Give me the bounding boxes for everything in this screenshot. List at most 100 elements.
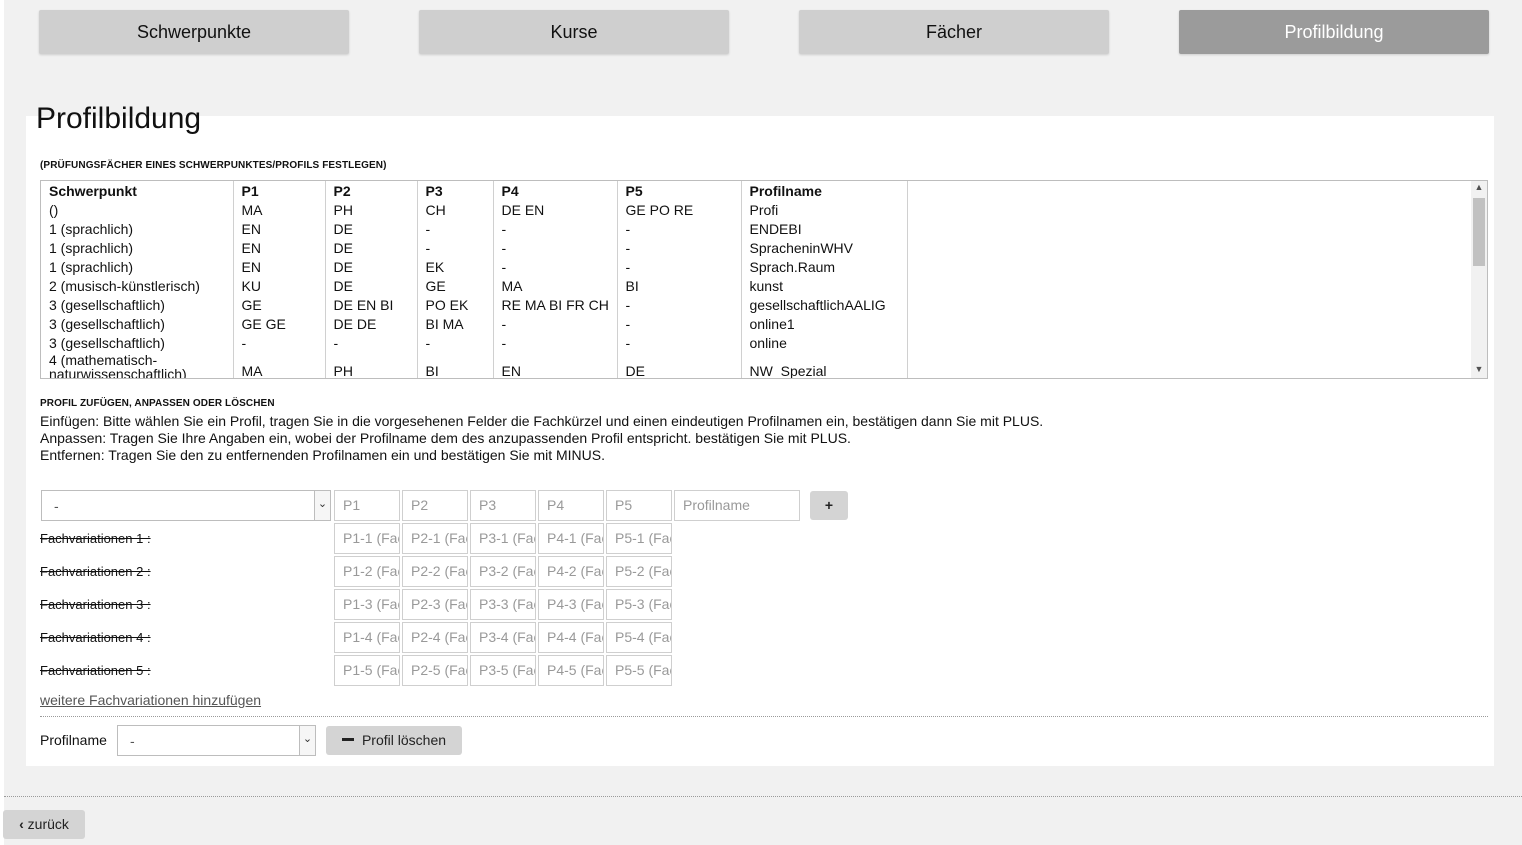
plus-button[interactable]: + <box>810 491 848 520</box>
table-cell: GE <box>416 277 493 296</box>
table-cell: EN <box>492 353 617 378</box>
col-header-p4: P4 <box>492 181 617 201</box>
table-cell: DE <box>324 277 417 296</box>
table-cell: PH <box>324 353 417 378</box>
variation-input[interactable]: P1-1 (Fach) <box>334 523 400 554</box>
table-cell: - <box>492 239 617 258</box>
variation-input[interactable]: P5-1 (Fach) <box>606 523 672 554</box>
variation-input[interactable]: P5-2 (Fach) <box>606 556 672 587</box>
table-cell: DE <box>616 353 741 378</box>
table-cell: 3 (gesellschaftlich) <box>49 316 165 332</box>
profile-table: Schwerpunkt P1 P2 P3 P4 P5 Profilname ()… <box>41 181 1467 378</box>
instruction-adjust: Anpassen: Tragen Sie Ihre Angaben ein, w… <box>40 430 851 446</box>
table-row[interactable]: 3 (gesellschaftlich) GE DE EN BI PO EK RE MA… <box>41 296 1467 315</box>
tab-schwerpunkte[interactable]: Schwerpunkte <box>39 10 349 54</box>
table-cell: - <box>616 239 741 258</box>
variation-input[interactable]: P3-4 (Fach) <box>470 622 536 653</box>
p4-input[interactable]: P4 <box>538 490 604 521</box>
table-cell: EN <box>232 220 325 239</box>
variation-input[interactable]: P3-2 (Fach) <box>470 556 536 587</box>
variation-input[interactable]: P3-5 (Fach) <box>470 655 536 686</box>
variation-input[interactable]: P2-1 (Fach) <box>402 523 468 554</box>
tab-faecher[interactable]: Fächer <box>799 10 1109 54</box>
p3-input[interactable]: P3 <box>470 490 536 521</box>
variation-input[interactable]: P3-1 (Fach) <box>470 523 536 554</box>
delete-profile-button[interactable]: Profil löschen <box>326 726 462 755</box>
variation-label: Fachvariationen 3 : <box>40 597 151 612</box>
table-cell: - <box>416 239 493 258</box>
variation-input[interactable]: P4-1 (Fach) <box>538 523 604 554</box>
table-cell: () <box>49 202 59 218</box>
table-cell: online1 <box>740 315 907 334</box>
table-row[interactable]: () MA PH CH DE EN GE PO RE Profi <box>41 201 1467 220</box>
variation-input[interactable]: P5-4 (Fach) <box>606 622 672 653</box>
variation-input[interactable]: P2-2 (Fach) <box>402 556 468 587</box>
table-row[interactable]: 2 (musisch-künstlerisch) KU DE GE MA BI kunst <box>41 277 1467 296</box>
profilname-input[interactable]: Profilname <box>674 490 800 521</box>
profile-table-container[interactable]: Schwerpunkt P1 P2 P3 P4 P5 Profilname ()… <box>40 180 1488 379</box>
table-cell: GE GE <box>232 315 325 334</box>
back-button[interactable]: ‹ zurück <box>3 810 85 839</box>
table-scrollbar[interactable]: ▲ ▼ <box>1471 181 1487 378</box>
table-row[interactable]: 1 (sprachlich) EN DE - - - SpracheninWHV <box>41 239 1467 258</box>
chevron-left-icon: ‹ <box>19 816 24 832</box>
tab-profilbildung[interactable]: Profilbildung <box>1179 10 1489 54</box>
col-header-p3: P3 <box>416 181 493 201</box>
p2-input[interactable]: P2 <box>402 490 468 521</box>
table-cell: - <box>616 296 741 315</box>
table-cell-empty <box>906 353 1467 378</box>
table-cell: EK <box>416 258 493 277</box>
variation-label: Fachvariationen 5 : <box>40 663 151 678</box>
chevron-down-icon: ⌄ <box>314 491 330 520</box>
table-cell: DE <box>324 220 417 239</box>
variation-input[interactable]: P1-4 (Fach) <box>334 622 400 653</box>
table-cell: - <box>616 334 741 353</box>
variation-input[interactable]: P4-5 (Fach) <box>538 655 604 686</box>
variation-input[interactable]: P5-5 (Fach) <box>606 655 672 686</box>
table-caption: (PRÜFUNGSFÄCHER EINES SCHWERPUNKTES/PROF… <box>40 160 387 171</box>
table-cell: 1 (sprachlich) <box>49 221 134 237</box>
table-cell: NW_Spezial <box>740 353 907 378</box>
p1-input[interactable]: P1 <box>334 490 400 521</box>
schwerpunkt-select-value: - <box>54 498 59 514</box>
form-caption: PROFIL ZUFÜGEN, ANPASSEN ODER LÖSCHEN <box>40 398 275 409</box>
variation-input[interactable]: P4-3 (Fach) <box>538 589 604 620</box>
col-header-p1: P1 <box>232 181 325 201</box>
variation-input[interactable]: P4-4 (Fach) <box>538 622 604 653</box>
variation-input[interactable]: P2-4 (Fach) <box>402 622 468 653</box>
table-row[interactable]: 4 (mathematisch-naturwissenschaftlich) MA… <box>41 353 1467 378</box>
tab-kurse[interactable]: Kurse <box>419 10 729 54</box>
variation-input[interactable]: P3-3 (Fach) <box>470 589 536 620</box>
scroll-up-icon[interactable]: ▲ <box>1471 182 1487 192</box>
variation-input[interactable]: P2-3 (Fach) <box>402 589 468 620</box>
variation-input[interactable]: P1-5 (Fach) <box>334 655 400 686</box>
table-row[interactable]: 1 (sprachlich) EN DE EK - - Sprach.Raum <box>41 258 1467 277</box>
scrollbar-thumb[interactable] <box>1473 198 1485 266</box>
variation-input[interactable]: P1-3 (Fach) <box>334 589 400 620</box>
delete-profilname-select[interactable]: - ⌄ <box>117 725 316 756</box>
table-cell: - <box>492 315 617 334</box>
variation-input[interactable]: P2-5 (Fach) <box>402 655 468 686</box>
variation-input[interactable]: P5-3 (Fach) <box>606 589 672 620</box>
back-button-label: zurück <box>27 816 69 832</box>
scroll-down-icon[interactable]: ▼ <box>1471 364 1487 374</box>
p5-input[interactable]: P5 <box>606 490 672 521</box>
schwerpunkt-select[interactable]: - ⌄ <box>41 490 331 521</box>
table-row[interactable]: 1 (sprachlich) EN DE - - - ENDEBI <box>41 220 1467 239</box>
divider <box>40 716 1488 717</box>
page-title: Profilbildung <box>36 102 202 135</box>
table-cell: online <box>740 334 907 353</box>
delete-select-value: - <box>130 733 135 749</box>
table-cell: - <box>232 334 325 353</box>
variation-input[interactable]: P4-2 (Fach) <box>538 556 604 587</box>
more-variations-link[interactable]: weitere Fachvariationen hinzufügen <box>40 692 261 708</box>
instruction-insert: Einfügen: Bitte wählen Sie ein Profil, t… <box>40 413 1044 429</box>
footer-divider <box>4 796 1522 797</box>
chevron-down-icon: ⌄ <box>299 726 315 755</box>
table-cell: gesellschaftlichAALIG <box>740 296 907 315</box>
table-row[interactable]: 3 (gesellschaftlich) - - - - - online <box>41 334 1467 353</box>
table-row[interactable]: 3 (gesellschaftlich) GE GE DE DE BI MA - - onl… <box>41 315 1467 334</box>
variation-input[interactable]: P1-2 (Fach) <box>334 556 400 587</box>
table-cell: - <box>616 220 741 239</box>
table-cell: - <box>616 315 741 334</box>
